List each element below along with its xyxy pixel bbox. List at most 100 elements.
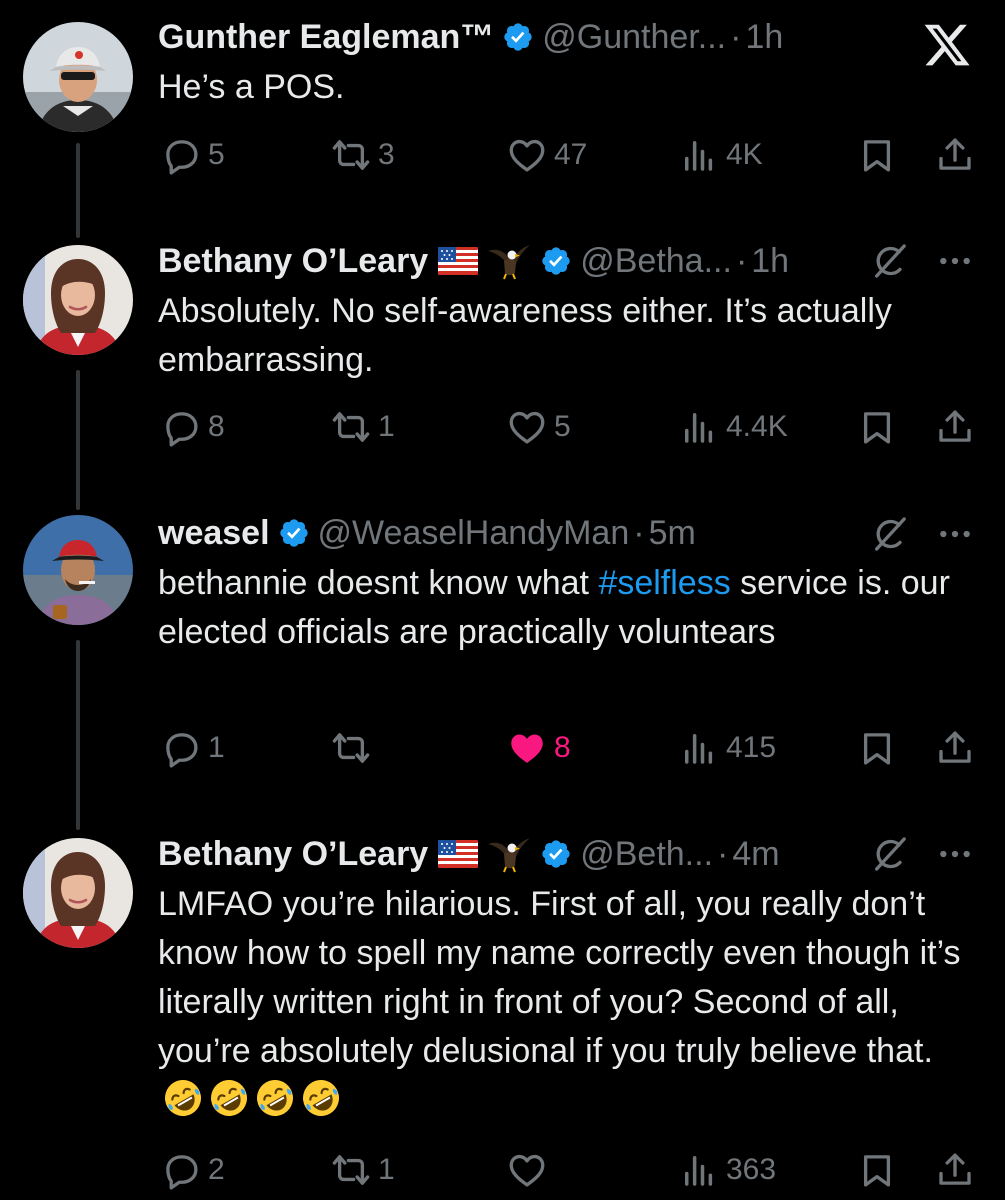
separator: · (735, 241, 748, 280)
views-button[interactable]: 363 (678, 1145, 776, 1195)
reply-button[interactable]: 8 (160, 402, 225, 452)
bookmark-icon (856, 727, 898, 769)
hashtag-link[interactable]: #selfless (598, 564, 730, 602)
reply-count: 5 (208, 138, 225, 171)
eagle-icon (486, 834, 532, 874)
share-icon (934, 134, 976, 176)
user-handle[interactable]: @Betha... (580, 242, 732, 281)
reply-icon (160, 134, 202, 176)
repost-button[interactable]: 1 (330, 1145, 395, 1195)
tweet-text: He’s a POS. (158, 68, 345, 106)
view-count: 363 (726, 1153, 777, 1186)
more-icon[interactable] (935, 834, 975, 874)
like-button[interactable]: 5 (506, 402, 571, 452)
like-button[interactable] (506, 1145, 554, 1195)
reply-count: 8 (208, 410, 225, 443)
avatar[interactable] (23, 245, 133, 355)
share-icon (934, 727, 976, 769)
rofl-emoji-icon (162, 1077, 204, 1119)
repost-icon (330, 134, 372, 176)
separator: · (730, 17, 742, 56)
reply-count: 2 (208, 1153, 225, 1186)
user-handle[interactable]: @WeaselHandyMan (318, 514, 630, 553)
heart-icon (506, 1149, 548, 1191)
tweet-text-part: LMFAO you’re hilarious. First of all, yo… (158, 885, 961, 1070)
share-button[interactable] (934, 402, 976, 452)
heart-icon (506, 134, 548, 176)
views-icon (678, 727, 720, 769)
share-icon (934, 1149, 976, 1191)
share-button[interactable] (934, 723, 976, 773)
action-bar: 5 3 47 4K (158, 130, 978, 180)
view-count: 4K (726, 138, 763, 171)
bookmark-button[interactable] (856, 402, 898, 452)
display-name[interactable]: weasel (158, 514, 270, 553)
bookmark-icon (856, 134, 898, 176)
like-button[interactable]: 8 (506, 723, 571, 773)
tweet-text: LMFAO you’re hilarious. First of all, yo… (158, 880, 978, 1125)
share-button[interactable] (934, 130, 976, 180)
repost-icon (330, 727, 372, 769)
separator: · (717, 834, 729, 873)
thread-line (76, 640, 80, 830)
repost-icon (330, 406, 372, 448)
us-flag-icon (438, 840, 478, 868)
repost-button[interactable] (330, 723, 378, 773)
display-name[interactable]: Bethany O’Leary (158, 242, 428, 281)
reply-icon (160, 406, 202, 448)
action-bar: 2 1 363 (158, 1145, 978, 1195)
heart-icon (506, 406, 548, 448)
repost-count: 3 (378, 138, 395, 171)
user-handle[interactable]: @Beth... (580, 835, 713, 874)
views-icon (678, 406, 720, 448)
bookmark-button[interactable] (856, 1145, 898, 1195)
timestamp[interactable]: 1h (745, 18, 783, 57)
rofl-emoji-icon (208, 1077, 250, 1119)
repost-icon (330, 1149, 372, 1191)
like-button[interactable]: 47 (506, 130, 587, 180)
avatar[interactable] (23, 838, 133, 948)
reply-count: 1 (208, 731, 225, 764)
views-button[interactable]: 415 (678, 723, 776, 773)
display-name[interactable]: Bethany O’Leary (158, 835, 428, 874)
share-button[interactable] (934, 1145, 976, 1195)
tweet-text: bethannie doesnt know what #selfless ser… (158, 559, 978, 657)
separator: · (633, 513, 645, 552)
verified-badge-icon (502, 21, 534, 53)
grok-icon[interactable] (870, 241, 910, 281)
verified-badge-icon (278, 517, 310, 549)
reply-button[interactable]: 5 (160, 130, 225, 180)
like-count: 8 (554, 731, 571, 764)
avatar[interactable] (23, 22, 133, 132)
bookmark-button[interactable] (856, 130, 898, 180)
more-icon[interactable] (935, 514, 975, 554)
more-icon[interactable] (935, 241, 975, 281)
repost-button[interactable]: 3 (330, 130, 395, 180)
like-count: 47 (554, 138, 588, 171)
reply-icon (160, 727, 202, 769)
timestamp[interactable]: 4m (732, 835, 779, 874)
display-name[interactable]: Gunther Eagleman™ (158, 18, 494, 57)
verified-badge-icon (540, 245, 572, 277)
like-count: 5 (554, 410, 571, 443)
view-count: 4.4K (726, 410, 788, 443)
repost-button[interactable]: 1 (330, 402, 395, 452)
reply-button[interactable]: 2 (160, 1145, 225, 1195)
avatar[interactable] (23, 515, 133, 625)
timestamp[interactable]: 5m (649, 514, 696, 553)
views-button[interactable]: 4.4K (678, 402, 788, 452)
thread-line (76, 143, 80, 238)
rofl-emoji-icon (300, 1077, 342, 1119)
timestamp[interactable]: 1h (751, 242, 789, 281)
grok-icon[interactable] (870, 514, 910, 554)
views-button[interactable]: 4K (678, 130, 763, 180)
user-handle[interactable]: @Gunther... (542, 18, 726, 57)
bookmark-icon (856, 406, 898, 448)
grok-icon[interactable] (870, 834, 910, 874)
bookmark-icon (856, 1149, 898, 1191)
bookmark-button[interactable] (856, 723, 898, 773)
rofl-emoji-icon (254, 1077, 296, 1119)
repost-count: 1 (378, 1153, 395, 1186)
heart-filled-icon (506, 727, 548, 769)
reply-button[interactable]: 1 (160, 723, 225, 773)
